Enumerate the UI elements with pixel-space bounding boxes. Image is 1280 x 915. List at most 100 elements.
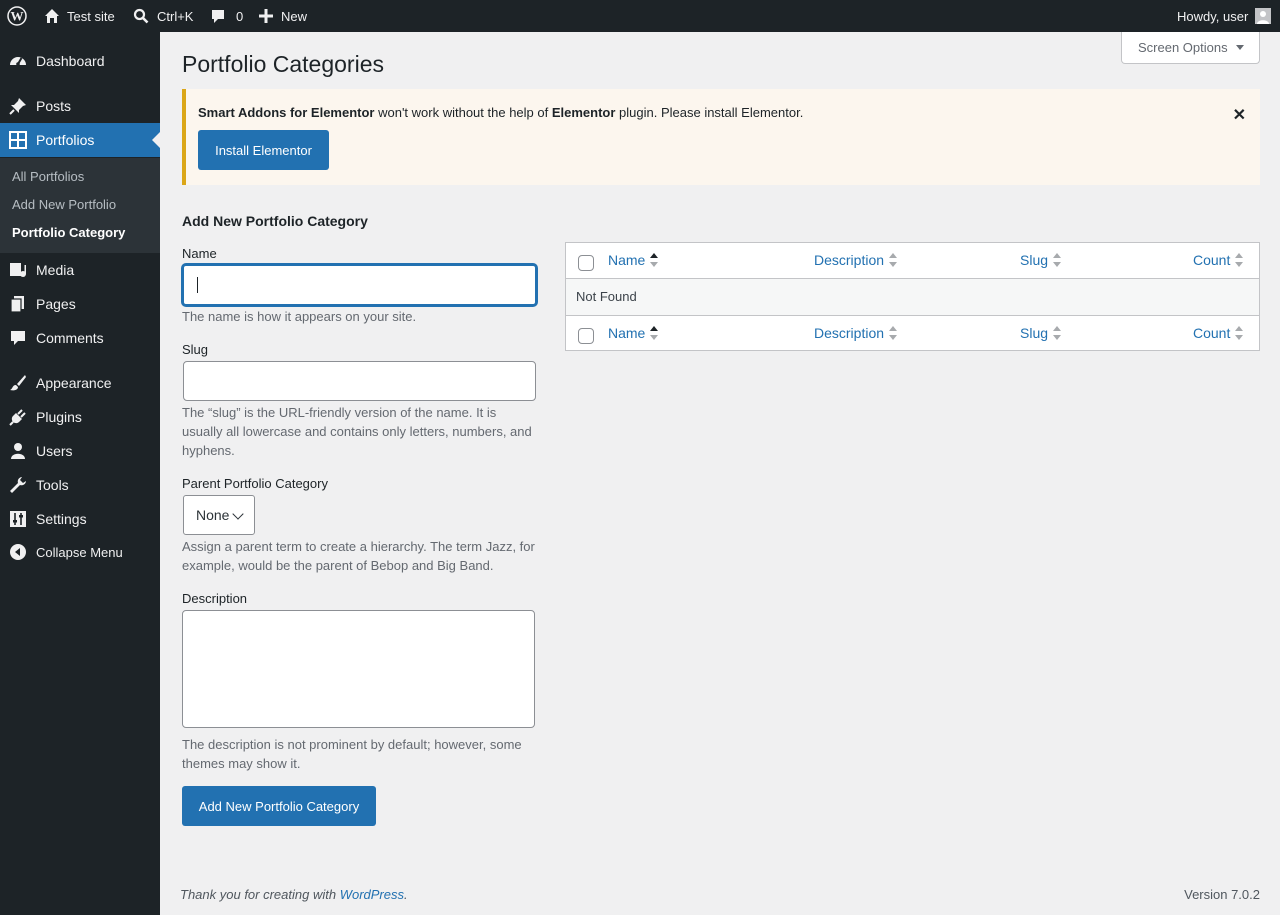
sort-icon <box>1053 326 1062 340</box>
media-icon <box>8 261 28 279</box>
svg-text:W: W <box>11 9 24 24</box>
submenu-item-portfolio-category[interactable]: Portfolio Category <box>12 225 125 240</box>
new-label: New <box>281 8 308 24</box>
form-heading: Add New Portfolio Category <box>182 213 368 229</box>
sidebar-item-portfolios[interactable]: Portfolios <box>0 123 160 157</box>
greeting: Howdy, user <box>1177 8 1249 24</box>
table-header: Name Description Slug Count <box>566 243 1259 279</box>
home-icon <box>44 8 60 24</box>
sort-icon <box>889 326 898 340</box>
plug-icon <box>8 408 28 426</box>
column-slug-sort[interactable]: Slug <box>1020 325 1062 341</box>
sliders-icon <box>8 510 28 528</box>
table-footer: Name Description Slug Count <box>566 315 1259 351</box>
sort-icon <box>889 253 898 267</box>
sidebar-item-dashboard[interactable]: Dashboard <box>0 44 160 78</box>
empty-message: Not Found <box>576 289 637 304</box>
user-icon <box>8 442 28 460</box>
add-category-button[interactable]: Add New Portfolio Category <box>182 786 376 826</box>
terms-table: Name Description Slug Count Not Found Na… <box>565 242 1260 351</box>
caret-down-icon <box>1235 45 1244 50</box>
search-icon <box>133 8 149 24</box>
sort-icon <box>1053 253 1062 267</box>
column-name-sort[interactable]: Name <box>608 325 659 341</box>
comment-icon <box>8 329 28 347</box>
sort-icon <box>1235 326 1244 340</box>
column-count-sort[interactable]: Count <box>1193 325 1244 341</box>
admin-bar: W Test site Ctrl+K 0 New Howdy, user <box>0 0 1280 32</box>
wrench-icon <box>8 476 28 494</box>
search-shortcut: Ctrl+K <box>157 8 194 24</box>
screen-options-label: Screen Options <box>1138 40 1228 55</box>
command-palette-button[interactable]: Ctrl+K <box>133 0 193 32</box>
footer-version: Version 7.0.2 <box>1184 887 1260 902</box>
column-count-sort[interactable]: Count <box>1193 252 1244 268</box>
footer-thanks: Thank you for creating with WordPress. <box>180 887 408 902</box>
sidebar-item-users[interactable]: Users <box>0 434 160 468</box>
sidebar-item-plugins[interactable]: Plugins <box>0 400 160 434</box>
site-name: Test site <box>67 8 115 24</box>
slug-input[interactable] <box>183 361 536 401</box>
table-row: Not Found <box>566 279 1259 315</box>
plugin-notice: Smart Addons for Elementor won't work wi… <box>182 89 1260 185</box>
sidebar-item-pages[interactable]: Pages <box>0 287 160 321</box>
column-name-sort[interactable]: Name <box>608 252 659 268</box>
close-icon[interactable]: ✕ <box>1233 105 1246 125</box>
select-all-checkbox[interactable] <box>578 255 594 271</box>
description-textarea[interactable] <box>182 610 535 728</box>
wordpress-logo-icon[interactable]: W <box>7 0 27 32</box>
new-content-link[interactable]: New <box>259 0 307 32</box>
screen-options-button[interactable]: Screen Options <box>1121 32 1260 64</box>
sidebar-item-settings[interactable]: Settings <box>0 502 160 536</box>
parent-description: Assign a parent term to create a hierarc… <box>182 539 535 573</box>
site-name-link[interactable]: Test site <box>44 0 115 32</box>
select-all-checkbox[interactable] <box>578 328 594 344</box>
sidebar-item-media[interactable]: Media <box>0 253 160 287</box>
name-description: The name is how it appears on your site. <box>182 309 417 324</box>
account-menu[interactable]: Howdy, user <box>1177 0 1272 32</box>
slug-label: Slug <box>182 342 209 357</box>
description-label: Description <box>182 591 248 606</box>
comments-link[interactable]: 0 <box>210 0 243 32</box>
notice-text-end: plugin. Please install Elementor. <box>615 105 804 120</box>
sidebar-item-posts[interactable]: Posts <box>0 89 160 123</box>
sort-icon <box>650 253 659 267</box>
column-slug-sort[interactable]: Slug <box>1020 252 1062 268</box>
comment-icon <box>210 8 226 24</box>
pages-icon <box>8 295 28 313</box>
parent-label: Parent Portfolio Category <box>182 476 328 491</box>
brush-icon <box>8 374 28 392</box>
parent-category-select[interactable]: None <box>183 495 255 535</box>
text-cursor <box>197 277 198 293</box>
slug-description: The “slug” is the URL-friendly version o… <box>182 405 532 458</box>
notice-plugin-name: Smart Addons for Elementor <box>198 105 375 120</box>
sidebar-item-tools[interactable]: Tools <box>0 468 160 502</box>
dashboard-icon <box>8 52 28 70</box>
pin-icon <box>8 97 28 115</box>
plus-icon <box>259 9 273 23</box>
name-input[interactable] <box>182 264 537 306</box>
avatar <box>1255 8 1272 24</box>
parent-select-value: None <box>196 507 230 523</box>
portfolios-submenu: All Portfolios Add New Portfolio Portfol… <box>0 158 160 253</box>
column-description-sort[interactable]: Description <box>814 325 898 341</box>
sidebar-item-appearance[interactable]: Appearance <box>0 366 160 400</box>
submenu-item-add-new-portfolio[interactable]: Add New Portfolio <box>12 197 116 212</box>
notice-message: Smart Addons for Elementor won't work wi… <box>198 105 803 120</box>
sidebar-item-comments[interactable]: Comments <box>0 321 160 355</box>
collapse-icon <box>8 543 28 561</box>
column-description-sort[interactable]: Description <box>814 252 898 268</box>
wordpress-link[interactable]: WordPress <box>340 887 404 902</box>
submenu-item-all-portfolios[interactable]: All Portfolios <box>12 169 84 184</box>
name-label: Name <box>182 246 217 261</box>
install-elementor-button[interactable]: Install Elementor <box>198 130 329 170</box>
admin-sidebar: Dashboard Posts Portfolios All Portfolio… <box>0 32 160 915</box>
sort-icon <box>1235 253 1244 267</box>
collapse-menu-button[interactable]: Collapse Menu <box>0 535 160 569</box>
sort-icon <box>650 326 659 340</box>
notice-required-plugin: Elementor <box>551 105 616 120</box>
page-title: Portfolio Categories <box>182 51 384 77</box>
notice-text-middle: won't work without the help of <box>374 105 552 120</box>
description-help: The description is not prominent by defa… <box>182 737 522 771</box>
grid-icon <box>8 131 28 149</box>
